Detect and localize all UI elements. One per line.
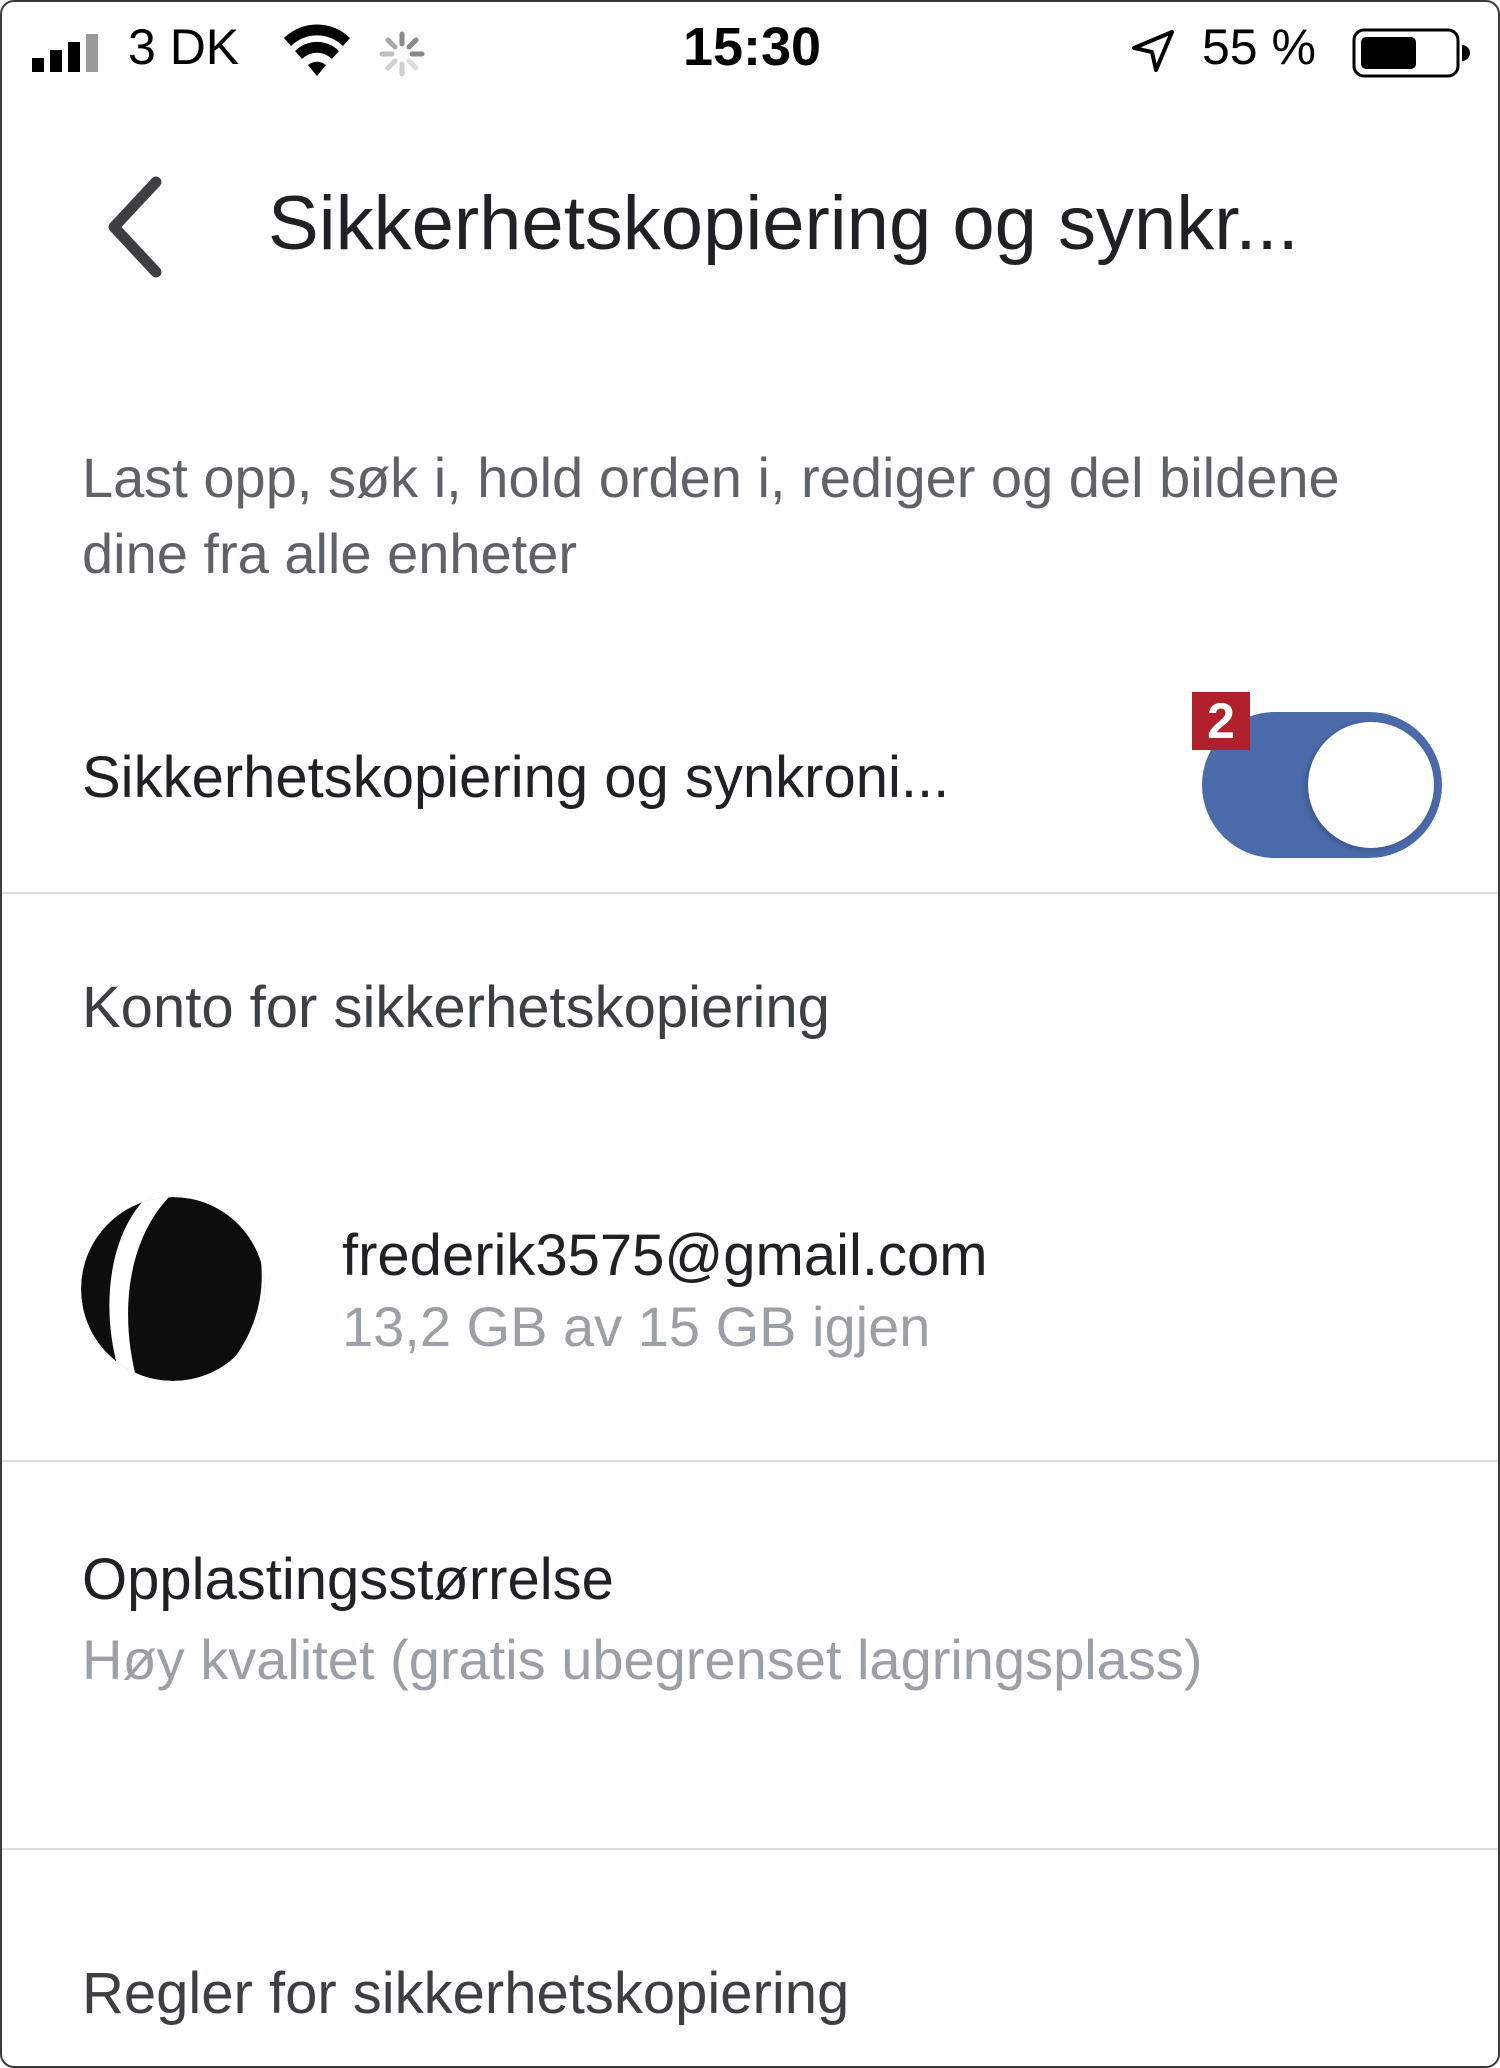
upload-size-row[interactable]: Opplastingsstørrelse Høy kvalitet (grati… bbox=[2, 1462, 1498, 1842]
backup-rules-label: Regler for sikkerhetskopiering bbox=[82, 1961, 850, 2026]
upload-size-title: Opplastingsstørrelse bbox=[82, 1547, 614, 1612]
backup-sync-toggle-row[interactable]: Sikkerhetskopiering og synkroni... 2 bbox=[2, 682, 1498, 892]
callout-badge: 2 bbox=[1192, 692, 1250, 750]
battery-icon bbox=[1352, 28, 1470, 78]
feature-description: Last opp, søk i, hold orden i, rediger o… bbox=[82, 446, 1340, 585]
page-title: Sikkerhetskopiering og synkr... bbox=[268, 181, 1299, 266]
back-button[interactable] bbox=[98, 172, 178, 282]
app-screen: 3 DK 15:30 55 % Sikkerhetskopiering og s… bbox=[0, 0, 1500, 2068]
backup-rules-row[interactable]: Regler for sikkerhetskopiering bbox=[2, 1852, 1498, 2066]
switch-knob bbox=[1308, 722, 1434, 848]
account-email: frederik3575@gmail.com bbox=[342, 1223, 988, 1288]
account-section-header: Konto for sikkerhetskopiering bbox=[82, 975, 830, 1040]
divider bbox=[2, 892, 1498, 894]
storage-quota: 13,2 GB av 15 GB igjen bbox=[342, 1295, 931, 1358]
backup-account-row[interactable]: frederik3575@gmail.com 13,2 GB av 15 GB … bbox=[2, 1172, 1498, 1412]
upload-size-value: Høy kvalitet (gratis ubegrenset lagrings… bbox=[82, 1628, 1203, 1691]
battery-percentage: 55 % bbox=[1202, 19, 1316, 75]
divider bbox=[2, 1848, 1498, 1850]
avatar bbox=[81, 1197, 265, 1381]
location-arrow-icon bbox=[1132, 30, 1174, 72]
status-bar: 3 DK 15:30 55 % bbox=[2, 2, 1498, 102]
backup-sync-label: Sikkerhetskopiering og synkroni... bbox=[82, 745, 950, 810]
